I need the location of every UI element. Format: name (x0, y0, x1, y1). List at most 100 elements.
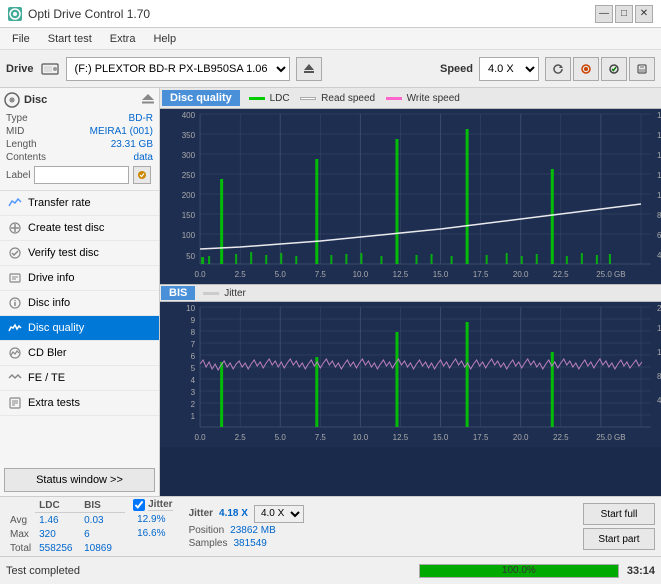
action-buttons: Start full Start part (583, 503, 655, 550)
app-icon (8, 7, 22, 21)
ldc-col-header: LDC (35, 499, 80, 513)
max-label: Max (6, 528, 35, 541)
menu-help[interactable]: Help (145, 31, 184, 47)
svg-text:4X: 4X (657, 251, 661, 260)
speed-buttons (545, 57, 655, 81)
svg-text:5.0: 5.0 (275, 433, 287, 442)
speed-verify-button[interactable] (601, 57, 627, 81)
drive-info-icon (8, 271, 22, 285)
menu-bar: File Start test Extra Help (0, 28, 661, 50)
menu-start-test[interactable]: Start test (40, 31, 100, 47)
svg-text:5.0: 5.0 (275, 270, 287, 279)
menu-file[interactable]: File (4, 31, 38, 47)
bis-avg: 0.03 (80, 514, 125, 527)
speed-label: Speed (440, 63, 473, 75)
svg-text:7.5: 7.5 (315, 433, 327, 442)
speed-save-button[interactable] (629, 57, 655, 81)
disc-label-confirm-button[interactable] (133, 166, 151, 184)
samples-row: Samples 381549 (189, 538, 304, 549)
drive-select[interactable]: (F:) PLEXTOR BD-R PX-LB950SA 1.06 (66, 57, 290, 81)
disc-type-row: Type BD-R (4, 112, 155, 125)
jitter-total-empty (133, 541, 172, 555)
sidebar: Disc Type BD-R MID MEIRA1 (001) Length 2… (0, 88, 160, 496)
status-window-button[interactable]: Status window >> (4, 468, 155, 492)
transfer-rate-icon (8, 196, 22, 210)
nav-item-verify-test-disc[interactable]: Verify test disc (0, 241, 159, 266)
jitter-speed-select[interactable]: 4.0 X (254, 505, 304, 523)
fe-te-icon (8, 371, 22, 385)
progress-bar: 100.0% (419, 564, 619, 578)
nav-item-transfer-rate[interactable]: Transfer rate (0, 191, 159, 216)
drive-bar: Drive (F:) PLEXTOR BD-R PX-LB950SA 1.06 … (0, 50, 661, 88)
disc-length-row: Length 23.31 GB (4, 138, 155, 151)
nav-item-create-test-disc[interactable]: Create test disc (0, 216, 159, 241)
jitter-color-swatch (203, 292, 219, 295)
title-bar-left: Opti Drive Control 1.70 (8, 7, 150, 21)
legend-write-speed: Write speed (386, 93, 460, 104)
svg-text:12.5: 12.5 (393, 433, 409, 442)
svg-text:3: 3 (191, 388, 196, 397)
jitter-header: Jitter (133, 498, 172, 512)
start-part-button[interactable]: Start part (583, 528, 655, 550)
chart2-svg: 10 9 8 7 6 5 4 3 2 1 20% 16% 12% 8% 4% 0… (160, 302, 661, 447)
svg-text:20%: 20% (657, 304, 661, 313)
bis-total: 10869 (80, 542, 125, 555)
disc-mid-row: MID MEIRA1 (001) (4, 125, 155, 138)
chart2-area: 10 9 8 7 6 5 4 3 2 1 20% 16% 12% 8% 4% 0… (160, 302, 661, 447)
svg-text:16X: 16X (657, 131, 661, 140)
avg-label: Avg (6, 514, 35, 527)
jitter-checkbox[interactable] (133, 499, 145, 511)
jitter-section: Jitter 12.9% 16.6% (133, 498, 172, 555)
svg-text:15.0: 15.0 (433, 270, 449, 279)
nav-item-fe-te[interactable]: FE / TE (0, 366, 159, 391)
stats-labels: Avg Max Total (6, 499, 35, 555)
svg-text:1: 1 (191, 412, 196, 421)
ldc-color-swatch (249, 97, 265, 100)
disc-label-input[interactable] (34, 166, 129, 184)
svg-text:10X: 10X (657, 191, 661, 200)
legend-read-speed: Read speed (300, 93, 378, 104)
maximize-button[interactable]: □ (615, 5, 633, 23)
close-button[interactable]: ✕ (635, 5, 653, 23)
main-area: Disc Type BD-R MID MEIRA1 (001) Length 2… (0, 88, 661, 496)
svg-text:4%: 4% (657, 396, 661, 405)
disc-header: Disc (4, 92, 155, 108)
speed-select[interactable]: 4.0 X (479, 57, 539, 81)
nav-item-extra-tests[interactable]: Extra tests (0, 391, 159, 416)
nav-item-disc-quality[interactable]: Disc quality (0, 316, 159, 341)
svg-text:100: 100 (182, 231, 196, 240)
create-test-icon (8, 221, 22, 235)
nav-item-drive-info[interactable]: Drive info (0, 266, 159, 291)
stats-area: Avg Max Total LDC 1.46 320 558256 BIS 0.… (0, 496, 661, 556)
svg-text:0.0: 0.0 (195, 270, 207, 279)
status-bar: Test completed 100.0% 33:14 (0, 556, 661, 584)
svg-text:15.0: 15.0 (433, 433, 449, 442)
stats-table: Avg Max Total LDC 1.46 320 558256 BIS 0.… (6, 499, 125, 555)
chart1-header: Disc quality LDC Read speed Write speed (160, 88, 661, 109)
svg-text:4: 4 (191, 376, 196, 385)
read-speed-color-swatch (300, 97, 316, 100)
start-full-button[interactable]: Start full (583, 503, 655, 525)
speed-burn-button[interactable] (573, 57, 599, 81)
svg-text:350: 350 (182, 131, 196, 140)
nav-items: Transfer rate Create test disc Verify te… (0, 191, 159, 464)
nav-item-cd-bler[interactable]: CD Bler (0, 341, 159, 366)
speed-refresh-button[interactable] (545, 57, 571, 81)
legend-ldc: LDC (249, 93, 293, 104)
eject-button[interactable] (296, 57, 322, 81)
ldc-max: 320 (35, 528, 80, 541)
chart1-svg: 400 350 300 250 200 150 100 50 18X 16X 1… (160, 109, 661, 284)
time-display: 33:14 (627, 565, 655, 577)
total-label: Total (6, 542, 35, 555)
svg-text:17.5: 17.5 (473, 270, 489, 279)
svg-text:50: 50 (186, 252, 195, 261)
drive-icon (40, 59, 60, 79)
svg-text:22.5: 22.5 (553, 270, 569, 279)
svg-text:25.0 GB: 25.0 GB (596, 270, 625, 279)
position-label: Position (189, 525, 225, 536)
minimize-button[interactable]: — (595, 5, 613, 23)
nav-item-disc-info[interactable]: Disc info (0, 291, 159, 316)
menu-extra[interactable]: Extra (102, 31, 144, 47)
status-text: Test completed (6, 565, 411, 577)
svg-text:5: 5 (191, 364, 196, 373)
